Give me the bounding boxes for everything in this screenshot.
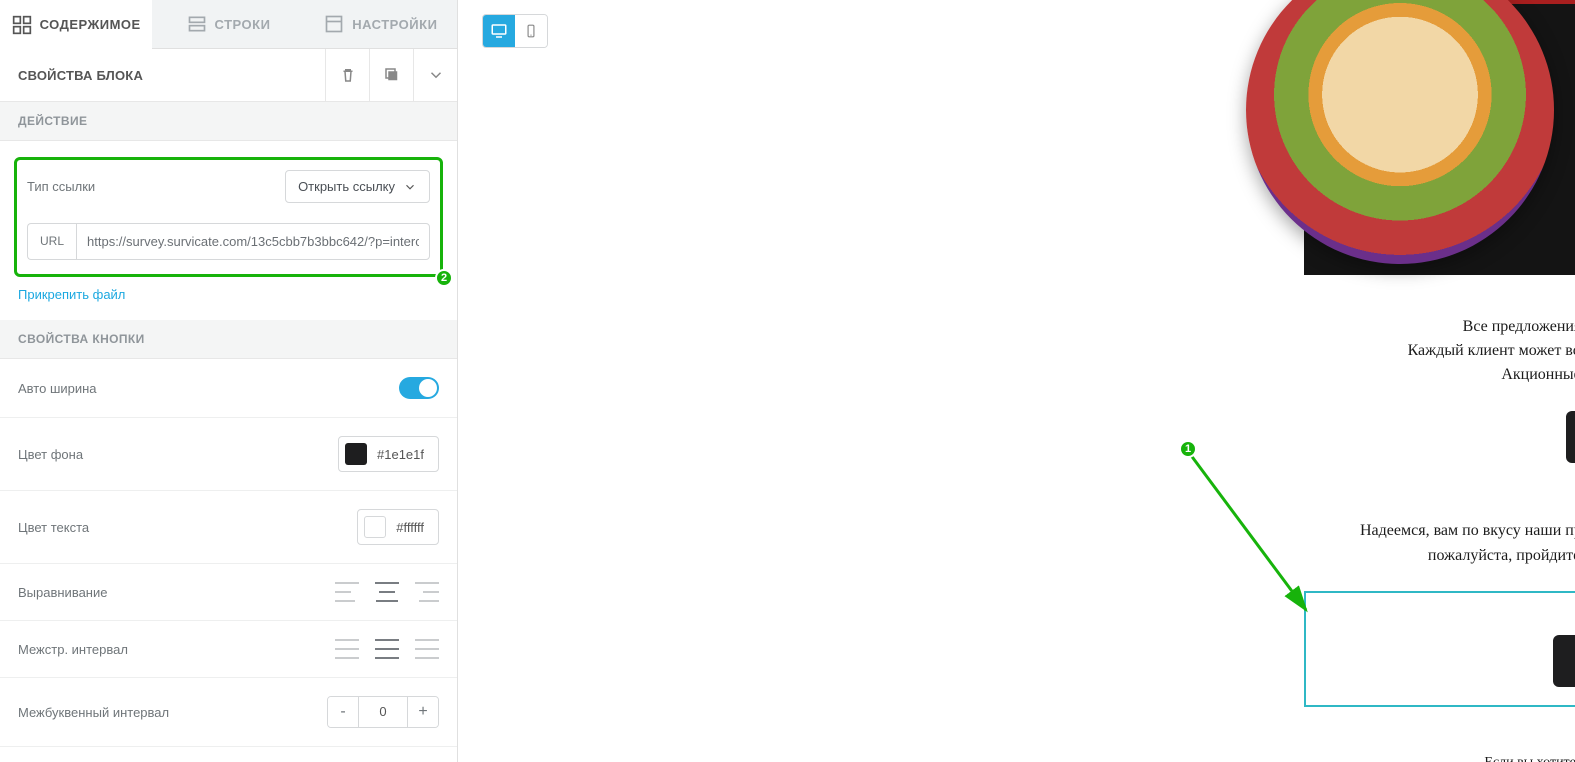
food-bowl-image bbox=[1246, 0, 1554, 264]
unsubscribe-text: Если вы хотите отписаться от рассылки на… bbox=[1304, 755, 1575, 762]
text-color-value: #ffffff bbox=[396, 520, 424, 535]
section-button-props: СВОЙСТВА КНОПКИ bbox=[0, 320, 457, 359]
desktop-preview-button[interactable] bbox=[483, 15, 515, 47]
attach-file-link[interactable]: Прикрепить файл bbox=[0, 277, 457, 320]
more-button[interactable]: Подробнее bbox=[1566, 411, 1575, 463]
block-title: СВОЙСТВА БЛОКА bbox=[0, 50, 161, 101]
terms-line2: Каждый клиент может воспользоваться толь… bbox=[1408, 342, 1575, 359]
settings-panel-icon bbox=[324, 14, 344, 34]
preview-area: ⟶ Подарок при любом заказе Подарок каждо… bbox=[458, 0, 1575, 762]
grid-icon bbox=[12, 15, 32, 35]
align-left-button[interactable] bbox=[335, 582, 359, 602]
annotation-badge-1: 1 bbox=[1179, 440, 1197, 458]
section-action: ДЕЙСТВИЕ bbox=[0, 102, 457, 141]
sidebar-panel: СОДЕРЖИМОЕ СТРОКИ НАСТРОЙКИ СВОЙСТВА БЛО… bbox=[0, 0, 458, 762]
tab-content-label: СОДЕРЖИМОЕ bbox=[40, 17, 141, 32]
rows-icon bbox=[187, 14, 207, 34]
editor-tabs: СОДЕРЖИМОЕ СТРОКИ НАСТРОЙКИ bbox=[0, 0, 457, 49]
tab-rows-label: СТРОКИ bbox=[215, 17, 271, 32]
align-group bbox=[335, 582, 439, 602]
link-type-select[interactable]: Открыть ссылку bbox=[285, 170, 430, 203]
terms-line3: Акционные предложения не суммируются. bbox=[1501, 366, 1575, 383]
line-height-tight-button[interactable] bbox=[335, 639, 359, 659]
line-height-group bbox=[335, 639, 439, 659]
tab-settings-label: НАСТРОЙКИ bbox=[352, 17, 437, 32]
bg-color-swatch bbox=[345, 443, 367, 465]
delete-block-button[interactable] bbox=[325, 49, 369, 101]
tab-content[interactable]: СОДЕРЖИМОЕ bbox=[0, 0, 152, 49]
bg-color-picker[interactable]: #1e1e1f bbox=[338, 436, 439, 472]
mobile-preview-button[interactable] bbox=[515, 15, 547, 47]
action-panel: Тип ссылки Открыть ссылку URL 2 bbox=[0, 141, 457, 277]
link-type-value: Открыть ссылку bbox=[298, 179, 395, 194]
survey-ask-text: Надеемся, вам по вкусу наши предложения.… bbox=[1344, 519, 1575, 569]
text-color-picker[interactable]: #ffffff bbox=[357, 509, 439, 545]
letter-spacing-stepper[interactable]: - 0 + bbox=[327, 696, 439, 728]
text-color-swatch bbox=[364, 516, 386, 538]
auto-width-toggle[interactable] bbox=[399, 377, 439, 399]
terms-line1a: Все предложения действуют до bbox=[1463, 318, 1575, 335]
annotation-badge-2: 2 bbox=[435, 269, 453, 287]
action-highlight: Тип ссылки Открыть ссылку URL bbox=[14, 157, 443, 277]
bg-color-value: #1e1e1f bbox=[377, 447, 424, 462]
line-height-label: Межстр. интервал bbox=[18, 642, 128, 657]
collapse-block-button[interactable] bbox=[413, 49, 457, 101]
chevron-down-icon bbox=[403, 180, 417, 194]
line-height-normal-button[interactable] bbox=[375, 639, 399, 659]
text-color-label: Цвет текста bbox=[18, 520, 89, 535]
device-switch bbox=[482, 14, 548, 48]
align-right-button[interactable] bbox=[415, 582, 439, 602]
hero-banner: ⟶ Подарок при любом заказе Подарок каждо… bbox=[1304, 0, 1575, 275]
url-input[interactable] bbox=[76, 223, 430, 260]
align-center-button[interactable] bbox=[375, 582, 399, 602]
email-preview: ⟶ Подарок при любом заказе Подарок каждо… bbox=[1304, 0, 1575, 762]
stepper-plus[interactable]: + bbox=[408, 697, 438, 727]
url-label: URL bbox=[27, 223, 76, 260]
auto-width-label: Авто ширина bbox=[18, 381, 97, 396]
duplicate-block-button[interactable] bbox=[369, 49, 413, 101]
tab-rows[interactable]: СТРОКИ bbox=[152, 0, 304, 49]
letter-spacing-value: 0 bbox=[358, 697, 408, 727]
link-type-label: Тип ссылки bbox=[27, 179, 95, 194]
align-label: Выравнивание bbox=[18, 585, 107, 600]
terms-text: Все предложения действуют до 31 декабря … bbox=[1344, 315, 1575, 387]
line-height-loose-button[interactable] bbox=[415, 639, 439, 659]
stepper-minus[interactable]: - bbox=[328, 697, 358, 727]
bg-color-label: Цвет фона bbox=[18, 447, 83, 462]
letter-spacing-label: Межбуквенный интервал bbox=[18, 705, 169, 720]
block-header: СВОЙСТВА БЛОКА bbox=[0, 49, 457, 102]
selected-button-block[interactable]: Пройти опрос bbox=[1304, 591, 1575, 707]
tab-settings[interactable]: НАСТРОЙКИ bbox=[305, 0, 457, 49]
unsub-prefix: Если вы хотите отписаться от рассылки на… bbox=[1484, 755, 1575, 762]
survey-button[interactable]: Пройти опрос bbox=[1553, 635, 1575, 687]
annotation-arrow bbox=[1188, 450, 1318, 630]
